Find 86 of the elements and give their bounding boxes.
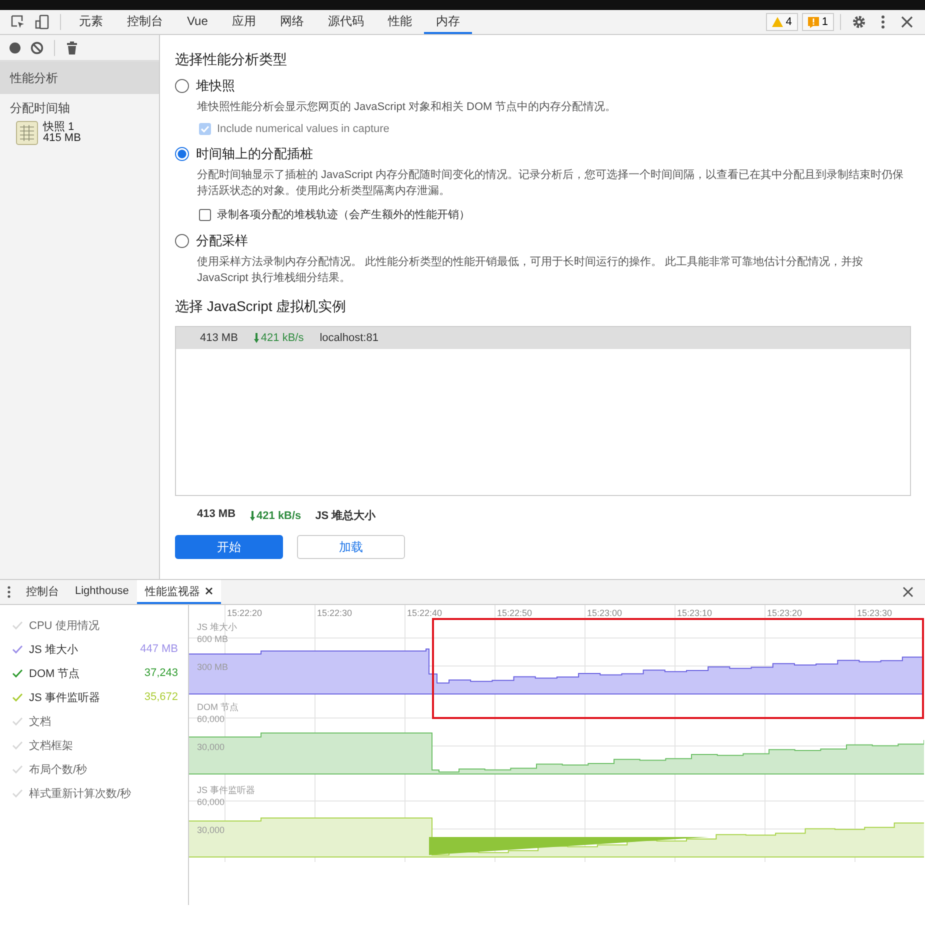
rate-text: 421 kB/s — [260, 332, 304, 344]
graph-title: JS 堆大小 — [197, 622, 238, 632]
warning-icon — [772, 17, 783, 27]
axis-tick: 30,000 — [197, 742, 225, 752]
axis-tick: 60,000 — [197, 714, 225, 724]
time-label: 15:23:20 — [767, 608, 802, 618]
time-label: 15:22:50 — [497, 608, 532, 618]
option-label: 时间轴上的分配插桩 — [196, 145, 313, 163]
start-button[interactable]: 开始 — [175, 535, 283, 559]
record-icon[interactable] — [8, 40, 22, 54]
graph-title: DOM 节点 — [197, 702, 238, 712]
time-label: 15:22:20 — [227, 608, 262, 618]
panel-tab[interactable]: 应用 — [220, 10, 268, 34]
close-icon[interactable] — [901, 585, 915, 599]
spreadsheet-icon — [16, 121, 38, 145]
time-label: 15:23:00 — [587, 608, 622, 618]
panel-tab[interactable]: 内存 — [424, 10, 472, 34]
metric-item[interactable]: 文档框架 — [0, 733, 188, 757]
option-description: 堆快照性能分析会显示您网页的 JavaScript 对象和相关 DOM 节点中的内存分配情况。 — [196, 100, 618, 115]
metric-item[interactable]: JS 事件监听器 35,672 — [0, 685, 188, 709]
metric-item[interactable]: 布局个数/秒 — [0, 757, 188, 781]
metric-value: 37,243 — [144, 667, 178, 679]
axis-tick: 300 MB — [197, 662, 228, 672]
radio-button[interactable] — [175, 234, 189, 248]
clear-icon[interactable] — [30, 40, 44, 54]
warnings-badge[interactable]: 4 — [766, 13, 798, 31]
metric-item[interactable]: CPU 使用情况 — [0, 613, 188, 637]
panel-tab[interactable]: 控制台 — [115, 10, 175, 34]
settings-icon[interactable] — [851, 14, 867, 30]
snapshot-size: 415 MB — [43, 133, 81, 144]
option-description: 使用采样方法录制内存分配情况。 此性能分析类型的性能开销最低，可用于长时间运行的操作。 此工具能非常可靠地估计分配情况，并按 JavaScript 执行堆栈细分结果。 — [196, 254, 864, 286]
snapshot-title: 快照 1 — [43, 122, 76, 133]
check-icon[interactable] — [12, 692, 23, 702]
vm-row[interactable]: 413 MB 421 kB/s localhost:81 — [176, 327, 910, 349]
checkbox[interactable] — [199, 208, 211, 220]
section-title: 选择性能分析类型 — [175, 51, 288, 69]
section-title: 选择 JavaScript 虚拟机实例 — [175, 298, 348, 316]
metric-value: 447 MB — [140, 643, 178, 655]
panel-tab[interactable]: Vue — [175, 10, 220, 34]
issue-icon — [808, 16, 819, 28]
device-icon[interactable] — [34, 14, 50, 30]
check-icon[interactable] — [12, 668, 23, 678]
heap-size: 413 MB — [200, 332, 238, 344]
metric-item[interactable]: 文档 — [0, 709, 188, 733]
radio-button[interactable] — [175, 79, 189, 93]
total-heap-size: 413 MB — [197, 508, 236, 522]
time-label: 15:22:40 — [407, 608, 442, 618]
metric-value: 35,672 — [144, 691, 178, 703]
checkbox-label: Include numerical values in capture — [217, 123, 390, 135]
time-label: 15:22:30 — [317, 608, 352, 618]
panel-tab[interactable]: 源代码 — [316, 10, 376, 34]
total-rate: 421 kB/s — [256, 510, 302, 522]
down-arrow-icon — [254, 333, 259, 343]
metric-item[interactable]: 样式重新计算次数/秒 — [0, 781, 188, 805]
load-button[interactable]: 加载 — [297, 535, 405, 559]
trash-icon[interactable] — [65, 40, 79, 54]
graph-title: JS 事件监听器 — [197, 785, 256, 795]
option-description: 分配时间轴显示了插桩的 JavaScript 内存分配随时间变化的情况。记录分析后，您可选择一个时间间隔，以查看已在其中分配且到录制结束时仍保持活跃状态的对象。使用此分析类型隔离内存泄漏。 — [196, 168, 904, 199]
radio-button[interactable] — [175, 147, 189, 161]
panel-tab[interactable]: 网络 — [268, 10, 316, 34]
close-icon[interactable] — [204, 587, 213, 595]
time-label: 15:23:10 — [677, 608, 712, 618]
axis-tick: 600 MB — [197, 634, 228, 644]
snapshot-item[interactable]: 快照 1 415 MB — [0, 119, 159, 147]
metric-item[interactable]: DOM 节点 37,243 — [0, 661, 188, 685]
down-arrow-icon — [250, 510, 255, 520]
checkbox-label: 录制各项分配的堆栈轨迹（会产生额外的性能开销） — [217, 208, 470, 222]
drawer-tab[interactable]: 性能监视器 — [136, 580, 221, 604]
option-label: 分配采样 — [196, 232, 248, 250]
group-label: 分配时间轴 — [9, 100, 71, 117]
axis-tick: 60,000 — [197, 797, 225, 807]
check-icon[interactable] — [12, 644, 23, 654]
panel-tab[interactable]: 性能 — [376, 10, 424, 34]
drawer-tab[interactable]: Lighthouse — [67, 580, 137, 604]
axis-tick: 30,000 — [197, 825, 225, 835]
close-icon[interactable] — [899, 14, 915, 30]
drawer-tab[interactable]: 控制台 — [18, 580, 67, 604]
time-label: 15:23:30 — [857, 608, 892, 618]
issues-badge[interactable]: 1 — [802, 13, 834, 31]
total-label: JS 堆总大小 — [315, 508, 376, 523]
panel-tab[interactable]: 元素 — [67, 10, 115, 34]
profiles-heading[interactable]: 性能分析 — [0, 62, 159, 94]
metric-item[interactable]: JS 堆大小 447 MB — [0, 637, 188, 661]
option-label: 堆快照 — [196, 77, 235, 95]
vm-url: localhost:81 — [320, 332, 378, 344]
inspect-icon[interactable] — [10, 14, 26, 30]
